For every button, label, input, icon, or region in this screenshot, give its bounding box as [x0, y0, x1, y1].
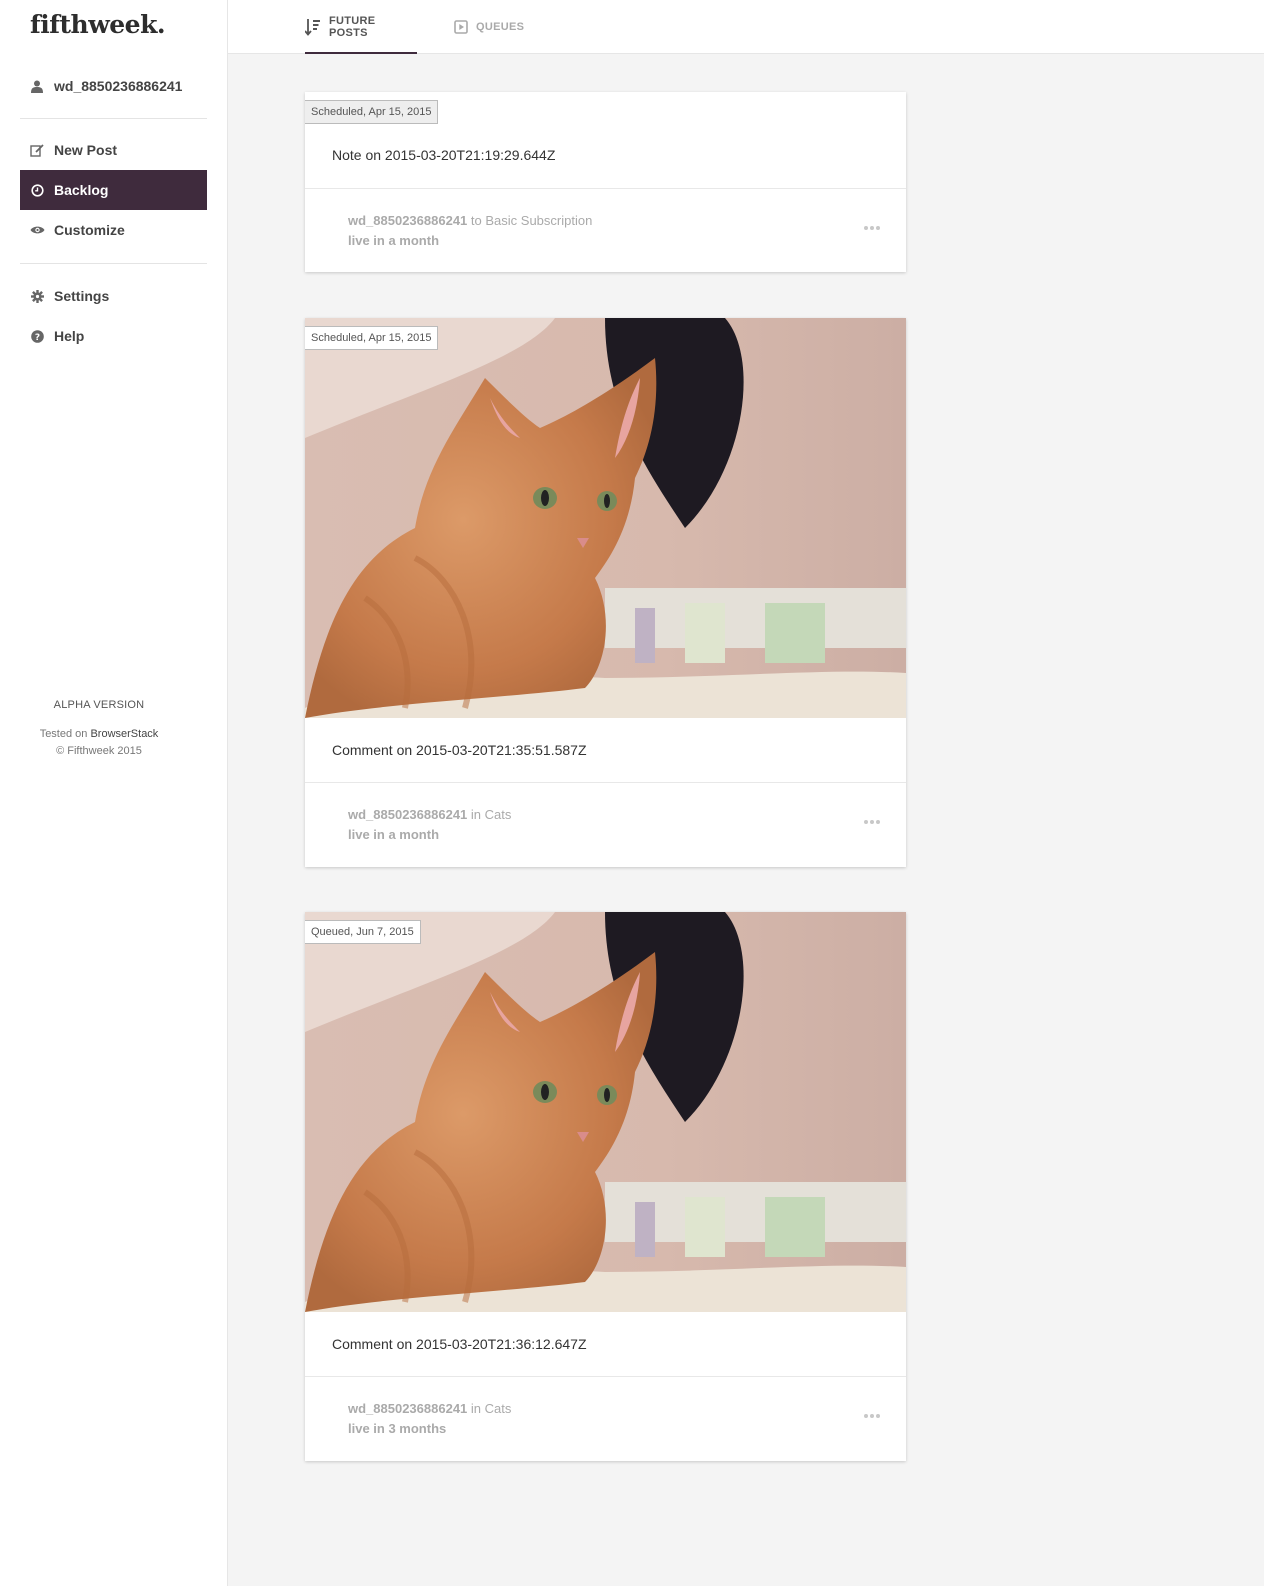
- user-icon: [20, 80, 54, 93]
- sidebar-item-new-post[interactable]: New Post: [20, 130, 207, 170]
- post-target[interactable]: Basic Subscription: [485, 213, 592, 228]
- post-card[interactable]: Scheduled, Apr 15, 2015 Note on 2015-03-…: [305, 92, 906, 272]
- gear-icon: [20, 289, 54, 303]
- post-author[interactable]: wd_8850236886241: [348, 1401, 467, 1416]
- post-target[interactable]: Cats: [485, 1401, 512, 1416]
- sidebar-item-label: Customize: [54, 222, 125, 238]
- post-card[interactable]: Scheduled, Apr 15, 2015 Comment on 2015-…: [305, 318, 906, 867]
- post-live-time: live in a month: [348, 233, 440, 248]
- post-target[interactable]: Cats: [485, 807, 512, 822]
- edit-icon: [20, 143, 54, 157]
- more-options-icon[interactable]: [864, 820, 880, 824]
- sidebar-item-label: Help: [54, 328, 85, 344]
- sidebar-divider: [20, 118, 207, 119]
- post-card[interactable]: Queued, Jun 7, 2015 Comment on 2015-03-2…: [305, 912, 906, 1461]
- more-options-icon[interactable]: [864, 226, 880, 230]
- post-image[interactable]: [305, 318, 906, 718]
- post-image[interactable]: [305, 912, 906, 1312]
- play-square-icon: [454, 20, 468, 34]
- help-icon: ?: [20, 329, 54, 343]
- post-meta: wd_8850236886241 to Basic Subscription l…: [305, 189, 906, 272]
- post-connector: in: [470, 1401, 482, 1416]
- post-title: Comment on 2015-03-20T21:35:51.587Z: [305, 718, 906, 783]
- sidebar-item-backlog[interactable]: Backlog: [20, 170, 207, 210]
- sort-icon: [305, 18, 321, 36]
- post-connector: to: [470, 213, 482, 228]
- post-title-text: Note on 2015-03-20T21:19:29.644Z: [332, 147, 556, 163]
- brand-logo[interactable]: fifthweek.: [30, 10, 166, 39]
- sidebar-divider: [20, 263, 207, 264]
- tab-queues[interactable]: QUEUES: [454, 0, 524, 54]
- svg-text:?: ?: [34, 333, 39, 343]
- post-title: Comment on 2015-03-20T21:36:12.647Z: [305, 1312, 906, 1377]
- sidebar-user[interactable]: wd_8850236886241: [20, 66, 207, 106]
- sidebar-item-customize[interactable]: Customize: [20, 210, 207, 250]
- post-connector: in: [470, 807, 482, 822]
- browserstack-link[interactable]: BrowserStack: [90, 728, 158, 740]
- status-badge: Queued, Jun 7, 2015: [305, 920, 421, 944]
- sidebar-user-label: wd_8850236886241: [54, 78, 183, 94]
- post-title-text: Comment on 2015-03-20T21:36:12.647Z: [332, 1336, 587, 1352]
- status-badge: Scheduled, Apr 15, 2015: [305, 326, 439, 350]
- clock-icon: [20, 183, 54, 197]
- eye-icon: [20, 225, 54, 235]
- post-author[interactable]: wd_8850236886241: [348, 807, 467, 822]
- sidebar-item-help[interactable]: ? Help: [20, 316, 207, 356]
- sidebar-item-label: New Post: [54, 142, 118, 158]
- tab-label: FUTURE POSTS: [329, 15, 376, 39]
- more-options-icon[interactable]: [864, 1414, 880, 1418]
- sidebar-item-label: Settings: [54, 288, 110, 304]
- copyright: © Fifthweek 2015: [56, 745, 142, 757]
- tab-future-posts[interactable]: FUTURE POSTS: [305, 0, 417, 54]
- post-meta: wd_8850236886241 in Cats live in 3 month…: [305, 1377, 906, 1461]
- tested-on-text: Tested on BrowserStack © Fifthweek 2015: [0, 726, 198, 760]
- alpha-version-label: ALPHA VERSION: [53, 699, 145, 711]
- post-live-time: live in 3 months: [348, 1421, 447, 1436]
- sidebar-item-label: Backlog: [54, 182, 109, 198]
- status-badge: Scheduled, Apr 15, 2015: [305, 100, 439, 124]
- sidebar: fifthweek. wd_8850236886241 New Post Bac…: [0, 0, 228, 1586]
- post-title-text: Comment on 2015-03-20T21:35:51.587Z: [332, 742, 587, 758]
- top-navigation: FUTURE POSTS QUEUES: [228, 0, 1264, 54]
- post-meta: wd_8850236886241 in Cats live in a month: [305, 783, 906, 867]
- tested-prefix: Tested on: [39, 728, 88, 740]
- tab-label: QUEUES: [476, 21, 525, 33]
- post-author[interactable]: wd_8850236886241: [348, 213, 467, 228]
- post-live-time: live in a month: [348, 827, 440, 842]
- sidebar-item-settings[interactable]: Settings: [20, 276, 207, 316]
